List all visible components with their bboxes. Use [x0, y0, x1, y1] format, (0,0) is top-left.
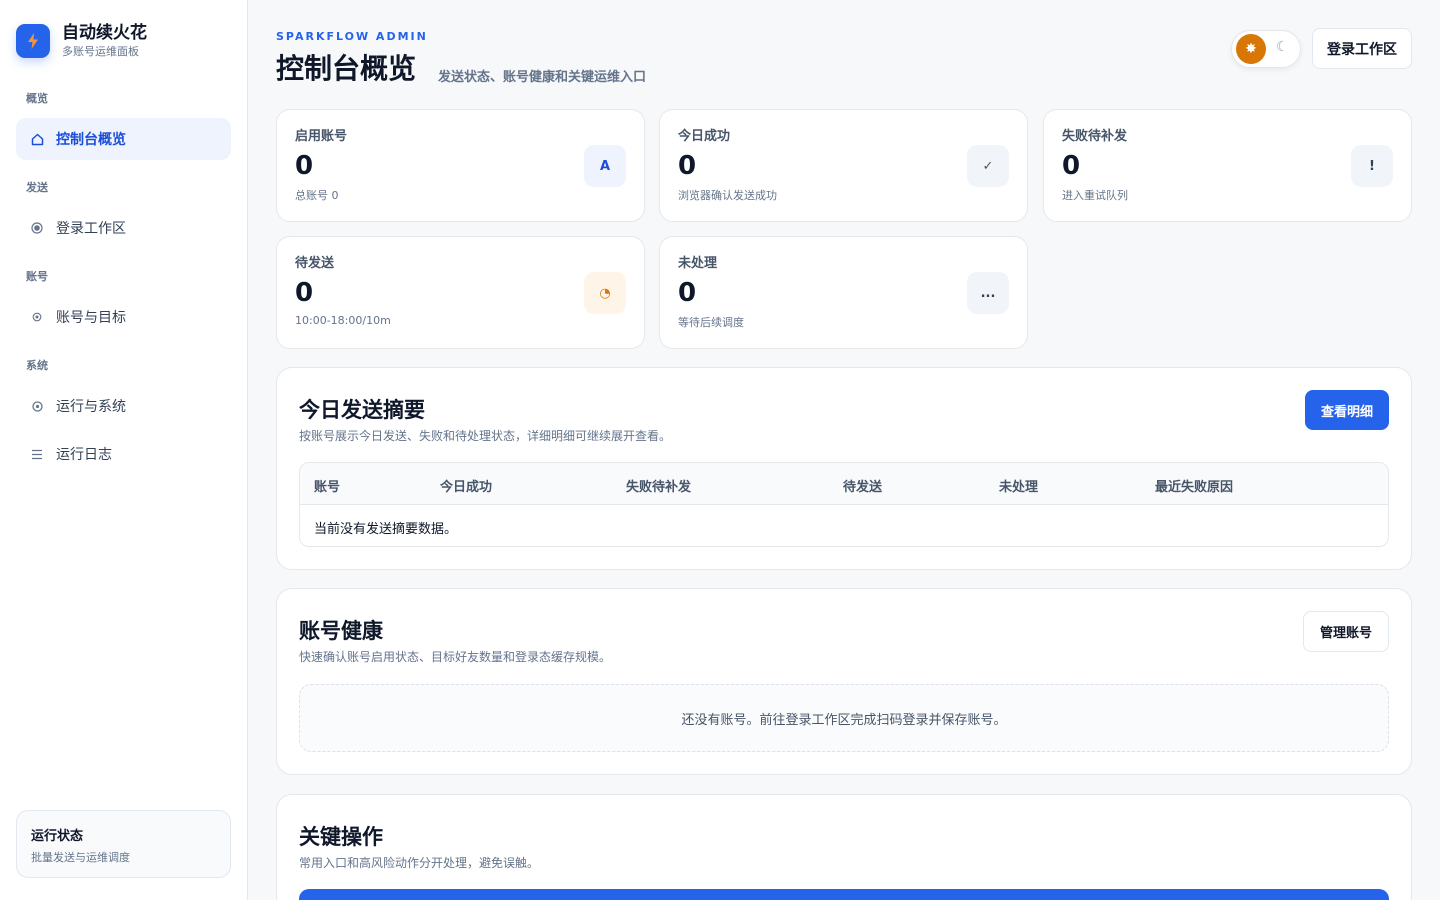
- gear-icon: [30, 399, 44, 413]
- sidebar-item-label: 控制台概览: [56, 132, 126, 148]
- sidebar: 自动续火花 多账号运维面板 概览 控制台概览 发送 登录工作区 账号 账号与目标…: [0, 0, 248, 900]
- sidebar-item-runtime-system[interactable]: 运行与系统: [16, 385, 231, 427]
- nav-section-system: 系统: [26, 359, 48, 372]
- column-header-today-success: 今日成功: [440, 480, 493, 495]
- nav-section-send: 发送: [26, 181, 48, 194]
- account-health-empty: 还没有账号。前往登录工作区完成扫码登录并保存账号。: [299, 684, 1389, 752]
- brand-title: 自动续火花: [62, 23, 147, 43]
- column-header-unprocessed: 未处理: [999, 480, 1039, 495]
- sidebar-item-accounts-targets[interactable]: 账号与目标: [16, 296, 231, 338]
- page-eyebrow: SPARKFLOW ADMIN: [276, 30, 428, 43]
- bolt-icon: [16, 23, 50, 58]
- page-subtitle: 发送状态、账号健康和关键运维入口: [438, 70, 647, 85]
- sun-icon[interactable]: ✸: [1236, 34, 1266, 64]
- key-actions-panel: 关键操作 常用入口和高风险动作分开处理，避免误触。: [276, 794, 1412, 900]
- stat-card-today-success: 今日成功 0 浏览器确认发送成功 ✓: [659, 109, 1028, 222]
- nav-section-account: 账号: [26, 270, 48, 283]
- primary-action-button[interactable]: [299, 889, 1389, 900]
- theme-toggle[interactable]: ✸ ☾: [1231, 30, 1301, 68]
- view-details-button[interactable]: 查看明细: [1305, 390, 1389, 430]
- table-header: 账号 今日成功 失败待补发 待发送 未处理 最近失败原因: [300, 463, 1388, 505]
- stat-note: 等待后续调度: [678, 316, 744, 329]
- stat-note: 总账号 0: [295, 189, 339, 202]
- sidebar-item-label: 登录工作区: [56, 221, 126, 237]
- sidebar-item-label: 账号与目标: [56, 310, 126, 326]
- send-summary-subtitle: 按账号展示今日发送、失败和待处理状态，详细明细可继续展开查看。: [299, 429, 672, 443]
- stat-card-pending: 待发送 0 10:00-18:00/10m ◔: [276, 236, 645, 349]
- send-summary-table: 账号 今日成功 失败待补发 待发送 未处理 最近失败原因 当前没有发送摘要数据。: [299, 462, 1389, 547]
- table-empty-message: 当前没有发送摘要数据。: [314, 522, 458, 537]
- account-health-subtitle: 快速确认账号启用状态、目标好友数量和登录态缓存规模。: [299, 650, 612, 664]
- more-icon: ...: [967, 272, 1009, 314]
- target-icon: [30, 310, 44, 324]
- clock-icon: ◔: [584, 272, 626, 314]
- home-icon: [30, 132, 44, 146]
- column-header-last-failure-reason: 最近失败原因: [1155, 480, 1234, 495]
- run-status-subtitle: 批量发送与运维调度: [31, 851, 130, 864]
- stat-note: 浏览器确认发送成功: [678, 189, 777, 202]
- radio-dot-icon: [30, 221, 44, 235]
- list-icon: [30, 447, 44, 461]
- stat-card-failed-retry: 失败待补发 0 进入重试队列 !: [1043, 109, 1412, 222]
- column-header-pending: 待发送: [843, 480, 883, 495]
- page-title: 控制台概览: [276, 52, 417, 85]
- stat-note: 10:00-18:00/10m: [295, 314, 391, 327]
- stat-value: 0: [1062, 151, 1081, 181]
- stat-note: 进入重试队列: [1062, 189, 1128, 202]
- stat-value: 0: [295, 278, 314, 308]
- stat-label: 启用账号: [295, 129, 348, 144]
- stat-value: 0: [678, 278, 697, 308]
- brand-subtitle: 多账号运维面板: [62, 45, 139, 58]
- sidebar-item-login-workspace[interactable]: 登录工作区: [16, 207, 231, 249]
- send-summary-panel: 今日发送摘要 按账号展示今日发送、失败和待处理状态，详细明细可继续展开查看。 查…: [276, 367, 1412, 570]
- key-actions-title: 关键操作: [299, 825, 383, 849]
- sidebar-item-dashboard[interactable]: 控制台概览: [16, 118, 231, 160]
- account-health-title: 账号健康: [299, 619, 383, 643]
- sidebar-item-run-logs[interactable]: 运行日志: [16, 433, 231, 475]
- alert-icon: !: [1351, 145, 1393, 187]
- brand: 自动续火花 多账号运维面板: [16, 22, 147, 59]
- sidebar-item-label: 运行与系统: [56, 399, 126, 415]
- nav-section-overview: 概览: [26, 92, 48, 105]
- run-status-title: 运行状态: [31, 829, 84, 844]
- stat-card-enabled-accounts: 启用账号 0 总账号 0 A: [276, 109, 645, 222]
- column-header-account: 账号: [314, 480, 341, 495]
- stat-label: 未处理: [678, 256, 718, 271]
- stat-card-unprocessed: 未处理 0 等待后续调度 ...: [659, 236, 1028, 349]
- account-icon: A: [584, 145, 626, 187]
- manage-accounts-button[interactable]: 管理账号: [1303, 611, 1389, 652]
- stat-value: 0: [678, 151, 697, 181]
- check-icon: ✓: [967, 145, 1009, 187]
- column-header-failed-retry: 失败待补发: [626, 480, 692, 495]
- run-status-card: 运行状态 批量发送与运维调度: [16, 810, 231, 878]
- stat-label: 今日成功: [678, 129, 731, 144]
- stat-value: 0: [295, 151, 314, 181]
- stat-label: 待发送: [295, 256, 335, 271]
- account-health-panel: 账号健康 快速确认账号启用状态、目标好友数量和登录态缓存规模。 管理账号 还没有…: [276, 588, 1412, 775]
- send-summary-title: 今日发送摘要: [299, 398, 425, 422]
- key-actions-subtitle: 常用入口和高风险动作分开处理，避免误触。: [299, 856, 540, 870]
- moon-icon[interactable]: ☾: [1276, 39, 1289, 55]
- stat-label: 失败待补发: [1062, 129, 1128, 144]
- sidebar-item-label: 运行日志: [56, 447, 112, 463]
- login-workspace-button[interactable]: 登录工作区: [1312, 28, 1412, 69]
